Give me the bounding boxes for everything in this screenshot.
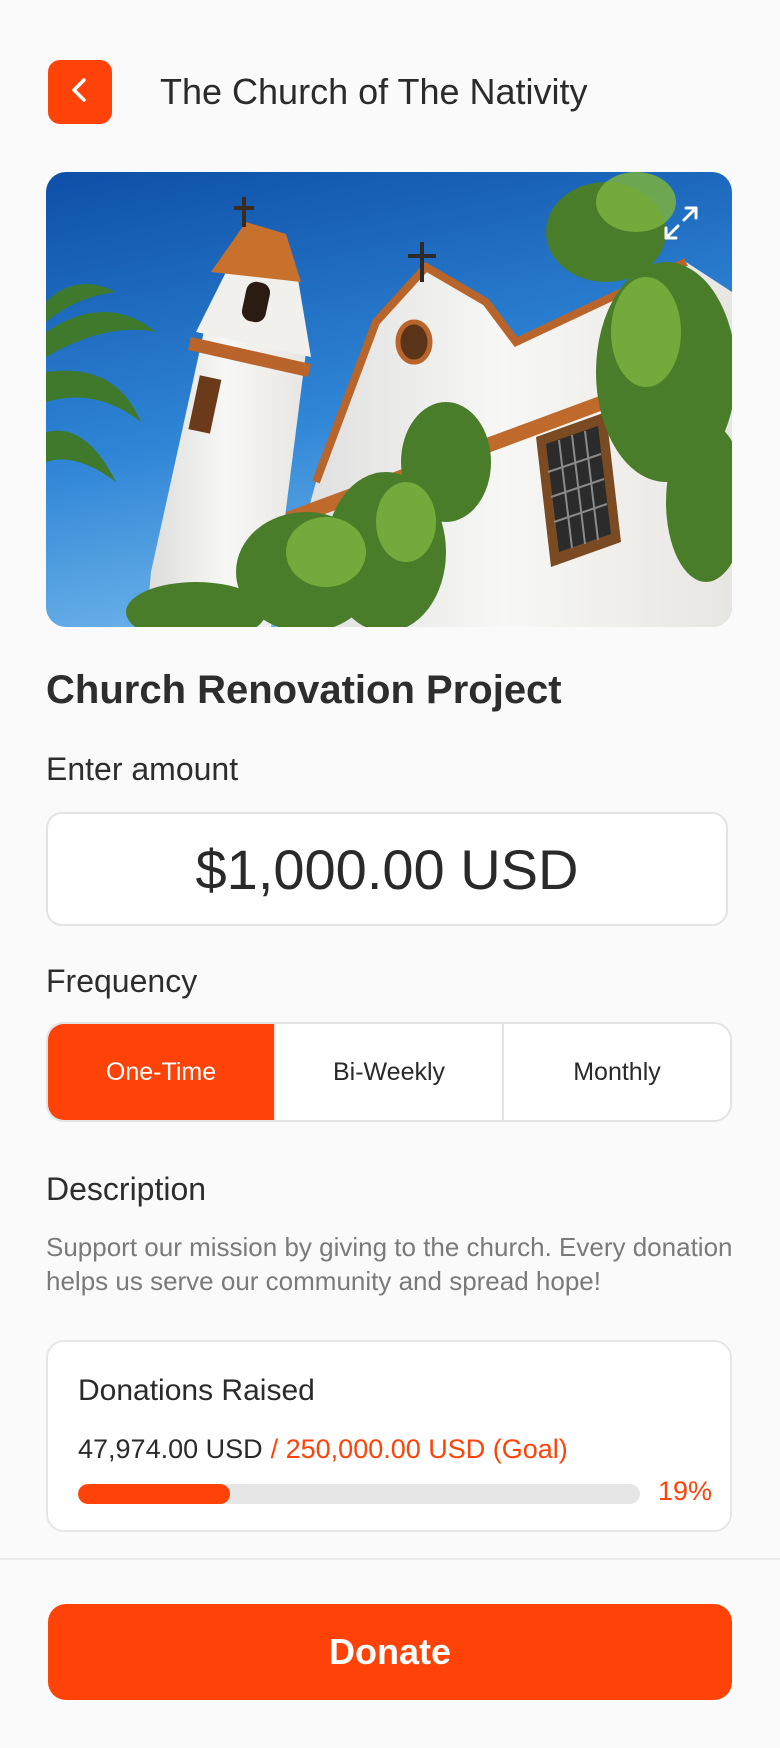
amount-label: Enter amount	[46, 751, 239, 787]
back-button[interactable]	[48, 60, 112, 124]
donations-title: Donations Raised	[78, 1374, 315, 1407]
hero-image	[46, 172, 732, 627]
goal-amount: / 250,000.00 USD (Goal)	[270, 1434, 568, 1464]
chevron-left-icon	[65, 75, 95, 110]
amount-input[interactable]: $1,000.00 USD	[46, 812, 728, 926]
donate-button[interactable]: Donate	[48, 1604, 732, 1700]
donation-screen: The Church of The Nativity Church Renova…	[0, 0, 780, 1748]
project-title: Church Renovation Project	[46, 668, 562, 712]
frequency-option-one-time[interactable]: One-Time	[48, 1024, 274, 1120]
raised-amount: 47,974.00 USD	[78, 1434, 263, 1464]
description-text: Support our mission by giving to the chu…	[46, 1232, 733, 1296]
frequency-option-monthly[interactable]: Monthly	[502, 1024, 730, 1120]
progress-bar	[78, 1484, 640, 1504]
donations-card: Donations Raised 47,974.00 USD/ 250,000.…	[46, 1340, 732, 1532]
progress-percent: 19%	[657, 1476, 712, 1506]
frequency-option-bi-weekly[interactable]: Bi-Weekly	[274, 1024, 502, 1120]
page-title: The Church of The Nativity	[160, 71, 588, 112]
expand-icon[interactable]	[660, 202, 702, 244]
header: The Church of The Nativity	[0, 0, 780, 170]
footer-divider	[0, 1558, 780, 1560]
progress-fill	[78, 1484, 230, 1504]
description-label: Description	[46, 1171, 207, 1207]
church-photo	[46, 172, 732, 627]
frequency-label: Frequency	[46, 963, 198, 999]
donations-amounts: 47,974.00 USD/ 250,000.00 USD (Goal)	[78, 1434, 568, 1465]
frequency-selector: One-Time Bi-Weekly Monthly	[46, 1022, 732, 1122]
